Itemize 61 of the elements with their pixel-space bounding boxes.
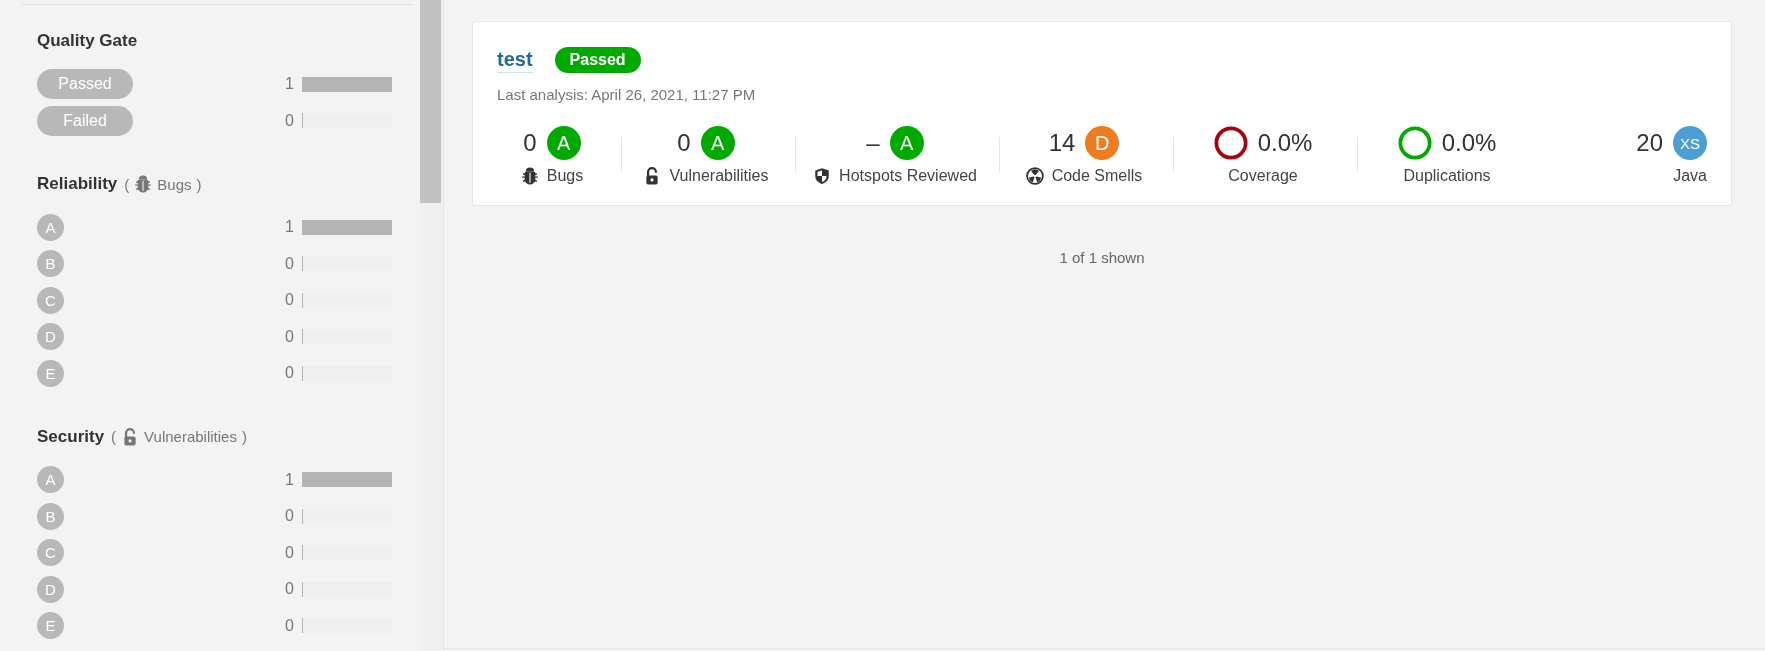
project-link[interactable]: test: [497, 47, 533, 73]
scrollbar-thumb[interactable]: [420, 0, 441, 203]
measure-value[interactable]: –: [866, 129, 880, 157]
facet-option[interactable]: Passed: [37, 69, 133, 100]
radiation-icon: [1025, 167, 1044, 185]
bug-icon: [134, 175, 153, 193]
measure-value[interactable]: 20: [1636, 129, 1663, 157]
measure-value[interactable]: 0: [523, 129, 537, 157]
facet-count: 1: [284, 470, 294, 489]
facet-count: 0: [284, 254, 294, 273]
measure-value[interactable]: 14: [1048, 129, 1076, 157]
facet-title: Reliability: [37, 174, 118, 194]
rating-badge: A: [546, 126, 581, 160]
facet-option[interactable]: B: [37, 502, 64, 530]
measure-label: Vulnerabilities: [669, 167, 769, 185]
facet-title: Security: [37, 426, 105, 447]
measure-value[interactable]: 0: [677, 129, 691, 157]
facet-option[interactable]: E: [37, 359, 64, 387]
facet-option[interactable]: B: [37, 250, 64, 278]
facet-option[interactable]: D: [37, 575, 64, 603]
quality-gate-badge: Passed: [554, 47, 641, 73]
facet-option[interactable]: A: [37, 466, 64, 494]
facet-option[interactable]: C: [37, 539, 64, 567]
facet-count: 0: [284, 616, 294, 635]
facet-option[interactable]: C: [37, 286, 64, 314]
facet-count: 0: [284, 507, 294, 526]
facet-title: Quality Gate: [37, 31, 138, 51]
facet-count: 0: [284, 111, 294, 130]
facet-count: 1: [284, 218, 294, 237]
parenthesis: (: [124, 175, 130, 193]
facet-count: 0: [284, 580, 294, 599]
rating-badge: A: [700, 126, 735, 160]
last-analysis: Last analysis: April 26, 2021, 11:27 PM: [497, 86, 757, 103]
measure-value[interactable]: 0.0%: [1257, 129, 1313, 157]
facet-count: 0: [284, 364, 294, 383]
parenthesis: (: [111, 428, 117, 445]
facet-option[interactable]: D: [37, 323, 64, 351]
facet-option[interactable]: A: [37, 213, 64, 241]
bug-icon: [520, 167, 539, 185]
rating-badge: A: [889, 126, 924, 160]
facet-subtitle: Vulnerabilities: [144, 428, 237, 445]
facet-option[interactable]: E: [37, 612, 64, 640]
parenthesis: ): [241, 428, 247, 445]
facet-count: 1: [284, 75, 294, 94]
measure-label: Bugs: [546, 167, 584, 185]
rating-badge: D: [1085, 126, 1120, 160]
facet-count: 0: [284, 543, 294, 562]
shield-icon: [813, 167, 832, 185]
measure-label: Code Smells: [1051, 167, 1143, 185]
measure-label: Hotspots Reviewed: [839, 167, 977, 185]
parenthesis: ): [196, 175, 202, 193]
measure-label: Coverage: [1228, 167, 1298, 185]
facet-count: 0: [284, 291, 294, 310]
facet-count: 0: [284, 327, 294, 346]
measure-value[interactable]: 0.0%: [1441, 129, 1497, 157]
rating-badge: XS: [1673, 126, 1707, 160]
measure-label: Duplications: [1403, 167, 1491, 185]
facet-option[interactable]: Failed: [37, 105, 133, 136]
results-count: 1 of 1 shown: [1058, 249, 1146, 266]
measure-label: Java: [1673, 167, 1707, 185]
facet-subtitle: Bugs: [157, 175, 192, 193]
